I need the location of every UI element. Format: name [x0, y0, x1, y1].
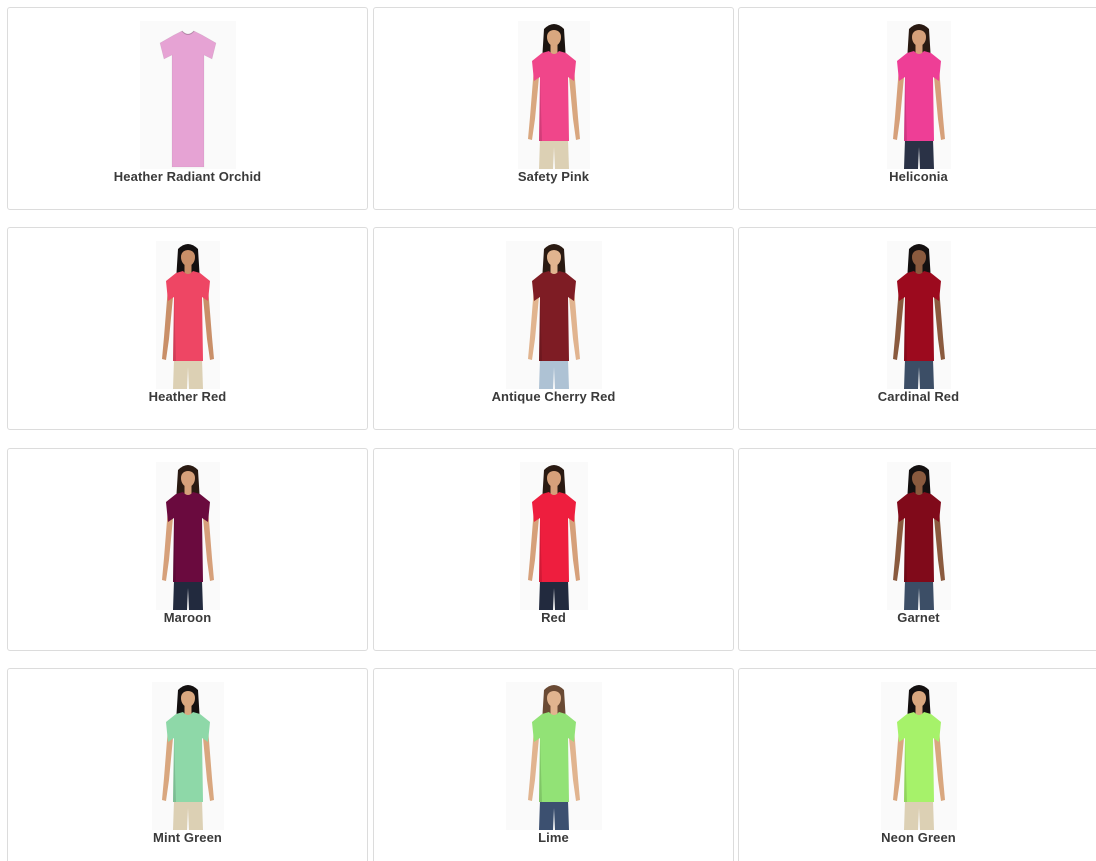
product-photo — [151, 682, 224, 830]
color-swatch-grid: Heather Radiant Orchid Safety Pink Helic… — [0, 0, 1096, 861]
swatch-card[interactable]: Red — [373, 448, 734, 651]
tshirt-illustration — [159, 30, 216, 168]
swatch-card[interactable]: Antique Cherry Red — [373, 227, 734, 430]
swatch-card[interactable]: Maroon — [7, 448, 368, 651]
swatch-label: Safety Pink — [517, 169, 590, 184]
product-photo — [886, 241, 951, 389]
product-photo — [886, 21, 951, 169]
pants — [903, 580, 934, 610]
pants — [903, 139, 934, 169]
swatch-card[interactable]: Garnet — [738, 448, 1096, 651]
swatch-label: Lime — [538, 830, 569, 845]
model-illustration — [161, 465, 214, 610]
model-illustration — [892, 244, 945, 389]
swatch-label: Heather Red — [148, 389, 227, 404]
swatch-card[interactable]: Safety Pink — [373, 7, 734, 210]
model-illustration — [527, 24, 580, 169]
shirt-shape — [896, 492, 941, 582]
model-illustration — [527, 465, 580, 610]
pants — [172, 800, 203, 830]
pants — [172, 359, 203, 389]
shirt-shape — [165, 712, 210, 802]
shirt-shape — [896, 712, 941, 802]
swatch-card[interactable]: Cardinal Red — [738, 227, 1096, 430]
model-illustration — [892, 465, 945, 610]
product-photo — [517, 21, 590, 169]
swatch-label: Red — [541, 610, 566, 625]
shirt-shape — [531, 712, 576, 802]
shirt-shape — [531, 51, 576, 141]
product-photo — [505, 682, 602, 830]
product-photo — [155, 462, 220, 610]
pants — [538, 139, 569, 169]
pants — [903, 800, 934, 830]
pants — [538, 359, 569, 389]
pants — [538, 580, 569, 610]
product-photo — [880, 682, 957, 830]
swatch-card[interactable]: Neon Green — [738, 668, 1096, 861]
shirt-shape — [165, 492, 210, 582]
product-photo — [886, 462, 951, 610]
shirt-shape — [896, 271, 941, 361]
product-photo — [139, 21, 236, 169]
swatch-label: Neon Green — [881, 830, 956, 845]
model-illustration — [892, 685, 945, 830]
swatch-label: Garnet — [897, 610, 940, 625]
swatch-card[interactable]: Lime — [373, 668, 734, 861]
product-photo — [505, 241, 602, 389]
swatch-card[interactable]: Heather Red — [7, 227, 368, 430]
shirt-shape — [531, 492, 576, 582]
shirt-shape — [159, 30, 216, 168]
shirt-shape — [165, 271, 210, 361]
model-illustration — [527, 685, 580, 830]
swatch-label: Heliconia — [889, 169, 948, 184]
pants — [172, 580, 203, 610]
pants — [538, 800, 569, 830]
swatch-card[interactable]: Heliconia — [738, 7, 1096, 210]
model-illustration — [892, 24, 945, 169]
model-illustration — [161, 685, 214, 830]
swatch-card[interactable]: Mint Green — [7, 668, 368, 861]
product-photo — [519, 462, 588, 610]
swatch-label: Cardinal Red — [877, 389, 960, 404]
model-illustration — [161, 244, 214, 389]
swatch-label: Mint Green — [153, 830, 222, 845]
swatch-label: Heather Radiant Orchid — [113, 169, 262, 184]
product-photo — [155, 241, 220, 389]
pants — [903, 359, 934, 389]
swatch-label: Antique Cherry Red — [491, 389, 616, 404]
model-illustration — [527, 244, 580, 389]
swatch-card[interactable]: Heather Radiant Orchid — [7, 7, 368, 210]
shirt-shape — [896, 51, 941, 141]
shirt-shape — [531, 271, 576, 361]
swatch-label: Maroon — [163, 610, 212, 625]
